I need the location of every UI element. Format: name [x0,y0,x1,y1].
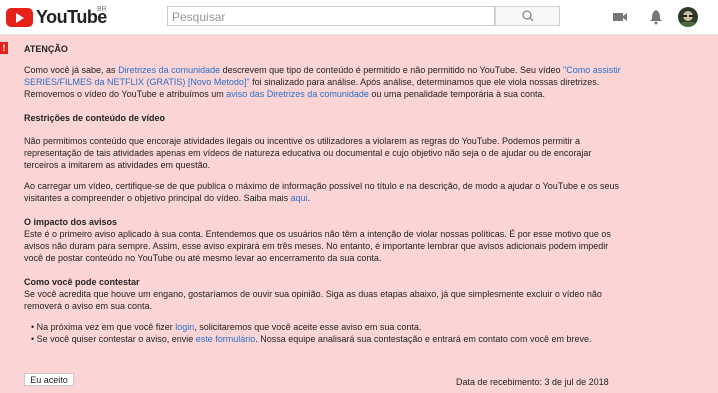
text: Ao carregar um vídeo, certifique-se de q… [24,181,620,203]
notifications-bell-icon[interactable] [649,9,663,25]
community-guidelines-link[interactable]: Diretrizes da comunidade [118,65,220,75]
impact-paragraph: Este é o primeiro aviso aplicado à sua c… [24,229,611,263]
text: Na próxima vez em que você fizer [36,322,176,332]
accept-button[interactable]: Eu aceito [24,373,74,386]
login-link[interactable]: login [175,322,194,332]
region-label: BR [97,6,107,13]
play-icon [6,8,33,27]
impact-heading: O impacto dos avisos [24,217,118,227]
avatar[interactable] [678,7,698,27]
search-input[interactable]: Pesquisar [167,6,495,26]
text: descrevem que tipo de conteúdo é permiti… [220,65,564,75]
list-item: Na próxima vez em que você fizer login, … [31,321,624,333]
search-icon [522,10,534,22]
text: . [307,193,311,203]
learn-more-link[interactable]: aqui [291,193,308,203]
text: Como você já sabe, as [24,65,119,75]
strike-link[interactable]: aviso das Diretrizes da comunidade [226,89,369,99]
top-bar: YouTube BR Pesquisar [0,0,718,35]
strike-notice: ATENÇÃO Como você já sabe, as Diretrizes… [24,43,624,345]
list-item: Se você quiser contestar o aviso, envie … [31,333,624,345]
text: Se você quiser contestar o aviso, envie [36,334,196,344]
notice-title: ATENÇÃO [24,44,68,54]
search-button[interactable] [495,6,560,26]
text: , solicitaremos que você aceite esse avi… [194,322,422,332]
upload-paragraph: Ao carregar um vídeo, certifique-se de q… [24,180,624,204]
restrictions-paragraph: Não permitimos conteúdo que encoraje ati… [24,136,592,170]
appeal-paragraph: Se você acredita que houve um engano, go… [24,289,602,311]
appeal-steps: Na próxima vez em que você fizer login, … [24,321,624,345]
restrictions-heading: Restrições de conteúdo de vídeo [24,113,166,123]
intro-paragraph: Como você já sabe, as Diretrizes da comu… [24,64,624,100]
alert-icon: ! [0,42,8,54]
received-date: Data de recebimento: 3 de jul de 2018 [456,377,609,387]
avatar-image-icon [681,11,695,27]
upload-video-icon[interactable] [612,9,628,25]
appeal-heading: Como você pode contestar [24,277,140,287]
appeal-form-link[interactable]: este formulário [196,334,256,344]
text: ou uma penalidade temporária à sua conta… [368,89,545,99]
youtube-logo[interactable]: YouTube BR [6,6,107,28]
text: . Nossa equipe analisará sua contestação… [255,334,592,344]
